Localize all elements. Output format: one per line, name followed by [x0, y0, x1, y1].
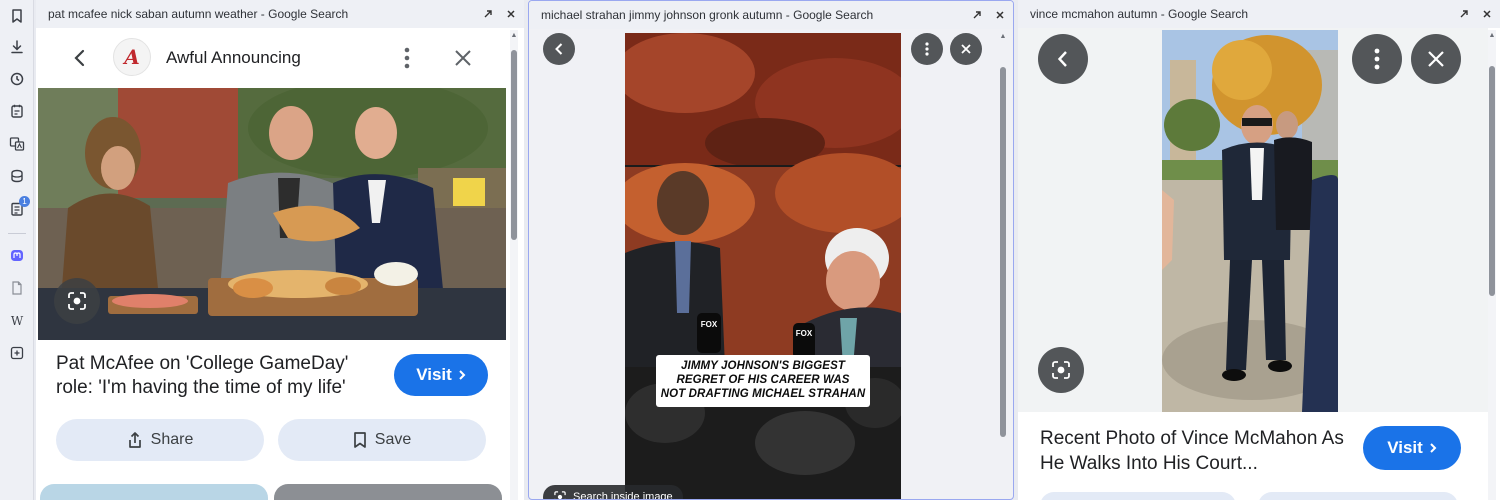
- caption-line: JIMMY JOHNSON'S BIGGEST: [681, 360, 845, 372]
- panel-title: vince mcmahon autumn - Google Search: [1030, 7, 1249, 21]
- scroll-up-icon[interactable]: ▲: [999, 33, 1007, 41]
- back-arrow-icon: [555, 43, 563, 55]
- lens-search-button[interactable]: [1038, 347, 1084, 393]
- source-name[interactable]: Awful Announcing: [166, 48, 301, 68]
- search-inside-image-button[interactable]: Search inside image: [543, 485, 683, 500]
- browser-window: 1 W pat mcafee nick saban autumn weather…: [0, 0, 1500, 500]
- mastodon-icon[interactable]: [7, 246, 27, 266]
- lens-search-button[interactable]: [54, 278, 100, 324]
- visit-label: Visit: [1387, 438, 1423, 457]
- chevron-right-icon: [459, 370, 466, 380]
- back-arrow-icon[interactable]: [68, 46, 92, 70]
- mic-flag-text: FOX: [701, 320, 718, 329]
- open-in-tab-icon[interactable]: [1454, 4, 1474, 24]
- search-inside-label: Search inside image: [573, 491, 673, 500]
- mic-flag-text: FOX: [796, 329, 813, 338]
- more-options-button[interactable]: [911, 33, 943, 65]
- close-icon: [1428, 51, 1444, 67]
- share-button[interactable]: Share: [56, 419, 264, 461]
- related-thumbnail[interactable]: [1040, 492, 1236, 500]
- save-label: Save: [374, 431, 412, 448]
- caption-line: REGRET OF HIS CAREER WAS: [676, 374, 850, 386]
- strahan-johnson-photo: FOX FOX: [625, 33, 901, 499]
- more-options-icon: [1374, 48, 1380, 70]
- more-options-icon[interactable]: [394, 44, 420, 72]
- visit-label: Visit: [416, 365, 452, 384]
- lens-icon: [68, 292, 86, 310]
- close-icon[interactable]: [450, 45, 476, 71]
- chevron-right-icon: [1430, 443, 1437, 453]
- article-title[interactable]: Pat McAfee on 'College GameDay' role: 'I…: [56, 352, 386, 400]
- panel-title: pat mcafee nick saban autumn weather - G…: [48, 7, 349, 21]
- back-button[interactable]: [1038, 34, 1088, 84]
- gameday-photo: [38, 88, 506, 340]
- article-title[interactable]: Recent Photo of Vince McMahon As He Walk…: [1040, 426, 1360, 476]
- reading-icon[interactable]: [7, 166, 27, 186]
- translate-icon[interactable]: [7, 134, 27, 154]
- close-icon: [961, 44, 971, 54]
- scroll-up-icon[interactable]: ▲: [1488, 32, 1496, 40]
- result-header: A Awful Announcing: [36, 28, 506, 88]
- close-panel-icon[interactable]: [990, 5, 1010, 25]
- result-image[interactable]: [38, 88, 506, 340]
- scrollbar-thumb[interactable]: [511, 50, 517, 240]
- image-caption: JIMMY JOHNSON'S BIGGEST REGRET OF HIS CA…: [656, 355, 870, 407]
- more-options-icon: [925, 42, 929, 56]
- close-panel-icon[interactable]: [501, 4, 521, 24]
- web-panel-2: michael strahan jimmy johnson gronk autu…: [528, 0, 1014, 500]
- site-logo: A: [113, 38, 151, 76]
- notes-icon[interactable]: [7, 101, 27, 121]
- web-panel-3: vince mcmahon autumn - Google Search Rec…: [1018, 0, 1500, 500]
- close-button[interactable]: [1411, 34, 1461, 84]
- panel-titlebar: michael strahan jimmy johnson gronk autu…: [529, 1, 1013, 29]
- scrollbar[interactable]: ▲: [999, 31, 1007, 499]
- result-image[interactable]: [1162, 30, 1338, 412]
- lens-icon: [554, 491, 566, 499]
- back-button[interactable]: [543, 33, 575, 65]
- scrollbar-thumb[interactable]: [1000, 67, 1006, 437]
- download-icon[interactable]: [7, 37, 27, 57]
- page-icon[interactable]: [7, 278, 27, 298]
- add-panel-icon[interactable]: [7, 343, 27, 363]
- lens-icon: [1052, 361, 1070, 379]
- wikipedia-icon[interactable]: W: [7, 311, 27, 331]
- scroll-up-icon[interactable]: ▲: [510, 32, 518, 40]
- more-options-button[interactable]: [1352, 34, 1402, 84]
- close-panel-icon[interactable]: [1477, 4, 1497, 24]
- panel-titlebar: pat mcafee nick saban autumn weather - G…: [36, 0, 524, 28]
- open-in-tab-icon[interactable]: [967, 5, 987, 25]
- visit-button[interactable]: Visit: [1363, 426, 1461, 470]
- awful-announcing-logo-icon: A: [124, 45, 140, 69]
- visit-button[interactable]: Visit: [394, 354, 488, 396]
- share-label: Share: [150, 431, 194, 448]
- history-icon[interactable]: [7, 69, 27, 89]
- open-in-tab-icon[interactable]: [478, 4, 498, 24]
- caption-line: NOT DRAFTING MICHAEL STRAHAN: [660, 388, 866, 400]
- result-image[interactable]: FOX FOX JIMMY JOHNSON'S BIGGEST REGRET O…: [625, 33, 901, 499]
- scrollbar-thumb[interactable]: [1489, 66, 1495, 296]
- save-button[interactable]: Save: [278, 419, 486, 461]
- browser-sidebar: 1 W: [0, 0, 34, 500]
- web-panel-1: pat mcafee nick saban autumn weather - G…: [36, 0, 524, 500]
- scrollbar[interactable]: ▲: [510, 30, 518, 500]
- sidebar-divider: [8, 233, 26, 234]
- bookmark-save-icon: [353, 432, 366, 448]
- back-arrow-icon: [1057, 51, 1067, 67]
- close-button[interactable]: [950, 33, 982, 65]
- scrollbar[interactable]: ▲: [1488, 30, 1496, 500]
- mcmahon-photo: [1162, 30, 1338, 412]
- panel-title: michael strahan jimmy johnson gronk autu…: [541, 8, 874, 22]
- related-thumbnail[interactable]: [40, 484, 268, 500]
- related-thumbnail[interactable]: [1258, 492, 1458, 500]
- notification-badge: 1: [19, 196, 30, 207]
- panel-titlebar: vince mcmahon autumn - Google Search: [1018, 0, 1500, 28]
- share-icon: [128, 432, 141, 448]
- bookmark-icon[interactable]: [7, 6, 27, 26]
- related-thumbnail[interactable]: [274, 484, 502, 500]
